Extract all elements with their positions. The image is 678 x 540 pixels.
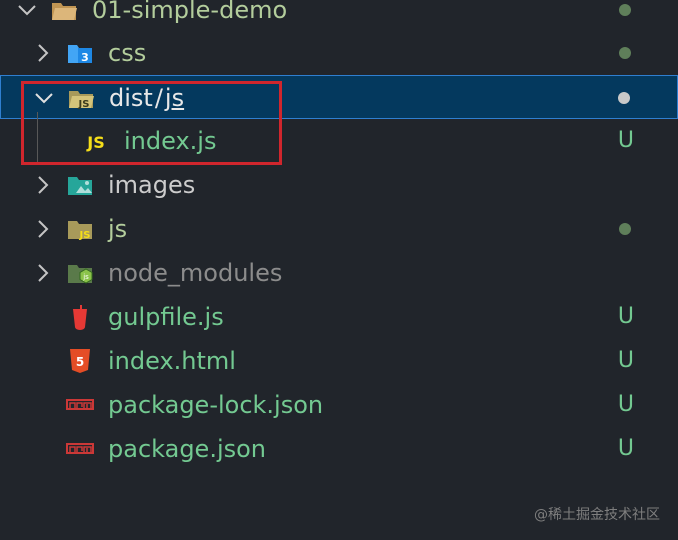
tree-item-gulpfile[interactable]: gulpfile.js U	[0, 295, 678, 339]
npm-icon	[66, 391, 94, 419]
js-folder-icon: JS	[66, 215, 94, 243]
tree-item-package-lock[interactable]: package-lock.json U	[0, 383, 678, 427]
modified-dot-icon	[619, 4, 631, 16]
tree-item-label: package.json	[108, 435, 267, 463]
images-folder-icon	[66, 171, 94, 199]
modified-dot-icon	[619, 47, 631, 59]
tree-item-images[interactable]: images	[0, 163, 678, 207]
modified-dot-icon	[619, 223, 631, 235]
file-explorer: 01-simple-demo 3 css JS dist/js JS index…	[0, 0, 678, 540]
chevron-down-icon[interactable]	[16, 0, 38, 21]
tree-item-label: dist/js	[109, 76, 184, 120]
js-file-icon: JS	[82, 127, 110, 155]
tree-item-index-html[interactable]: 5 index.html U	[0, 339, 678, 383]
folder-open-icon	[50, 0, 78, 24]
untracked-status: U	[617, 348, 634, 373]
tree-item-root[interactable]: 01-simple-demo	[0, 0, 678, 32]
svg-text:JS: JS	[78, 99, 90, 110]
tree-item-label: images	[108, 171, 196, 199]
tree-item-label: index.html	[108, 347, 236, 375]
svg-text:js: js	[82, 273, 89, 281]
tree-item-label: 01-simple-demo	[92, 0, 288, 24]
untracked-status: U	[617, 436, 634, 461]
tree-item-label: css	[108, 39, 147, 67]
indent-guide	[37, 112, 38, 162]
untracked-status: U	[617, 392, 634, 417]
css-folder-icon: 3	[66, 39, 94, 67]
chevron-right-icon[interactable]	[32, 218, 54, 240]
tree-item-label: index.js	[124, 127, 217, 155]
html5-icon: 5	[66, 347, 94, 375]
tree-item-label: js	[108, 215, 128, 243]
tree-item-node-modules[interactable]: js node_modules	[0, 251, 678, 295]
path-segment-js[interactable]: js	[165, 84, 184, 112]
modified-dot-icon	[618, 92, 630, 104]
tree-item-css[interactable]: 3 css	[0, 31, 678, 75]
tree-item-label: package-lock.json	[108, 391, 324, 419]
tree-item-index-js[interactable]: JS index.js U	[0, 119, 678, 163]
chevron-down-icon[interactable]	[33, 87, 55, 109]
gulp-icon	[66, 303, 94, 331]
svg-text:3: 3	[81, 51, 89, 64]
tree-item-dist-js[interactable]: JS dist/js	[0, 75, 678, 119]
tree-item-label: node_modules	[108, 259, 283, 287]
watermark: @稀土掘金技术社区	[534, 507, 660, 523]
tree-item-label: gulpfile.js	[108, 303, 224, 331]
chevron-right-icon[interactable]	[32, 42, 54, 64]
svg-text:5: 5	[76, 355, 84, 369]
untracked-status: U	[617, 128, 634, 153]
svg-text:JS: JS	[79, 230, 91, 241]
chevron-right-icon[interactable]	[32, 262, 54, 284]
tree-item-package-json[interactable]: package.json U	[0, 427, 678, 471]
untracked-status: U	[617, 304, 634, 329]
path-segment-dist[interactable]: dist	[109, 84, 153, 112]
npm-icon	[66, 435, 94, 463]
path-separator: /	[154, 84, 163, 112]
node-folder-icon: js	[66, 259, 94, 287]
chevron-right-icon[interactable]	[32, 174, 54, 196]
tree-item-js[interactable]: JS js	[0, 207, 678, 251]
svg-text:JS: JS	[86, 133, 104, 152]
js-folder-open-icon: JS	[67, 84, 95, 112]
